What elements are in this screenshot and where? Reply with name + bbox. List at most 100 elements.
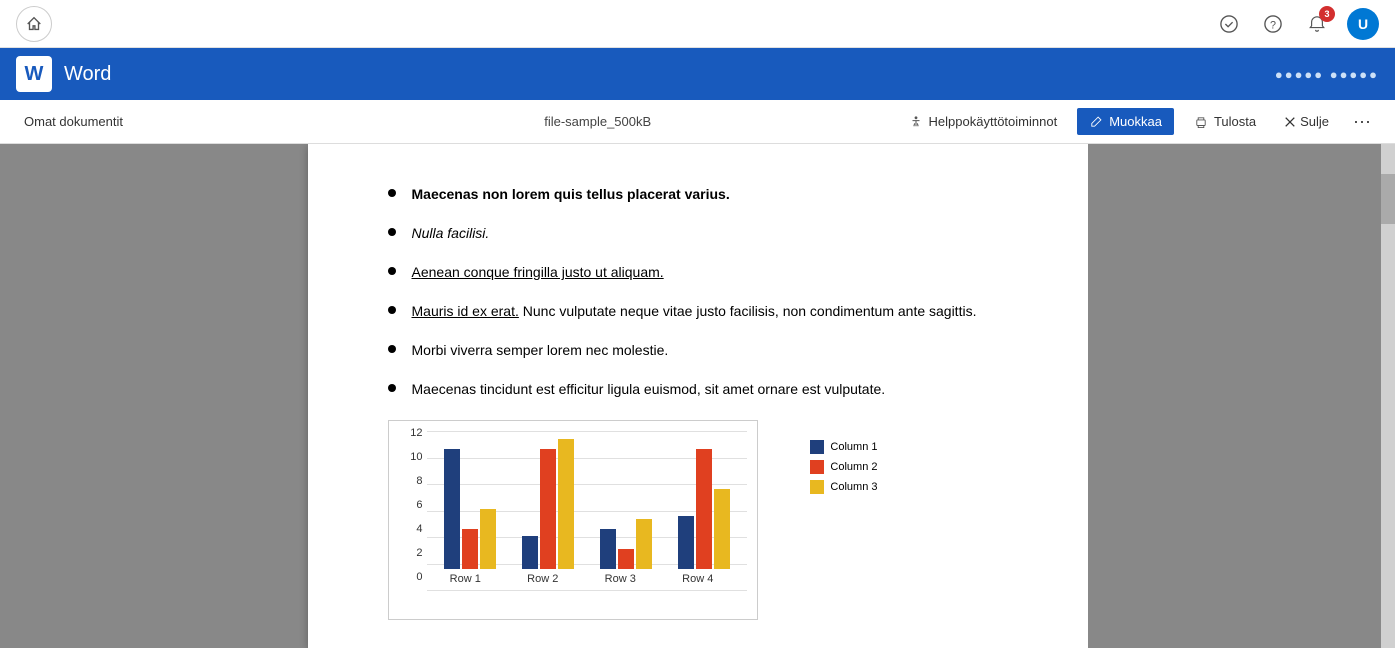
close-button[interactable]: Sulje [1276,108,1337,135]
scrollbar-track[interactable] [1381,144,1395,648]
list-item: Maecenas non lorem quis tellus placerat … [388,184,1028,205]
bullet-dot [388,306,396,314]
bar-col2-row4 [696,449,712,569]
toolbar-center: file-sample_500kB [315,114,881,129]
print-label: Tulosta [1214,114,1256,129]
y-label: 0 [416,571,422,583]
bar-group-row2 [515,439,581,569]
check-icon [1220,15,1238,33]
close-icon [1284,116,1296,128]
user-info: ●●●●● ●●●●● [1275,67,1379,82]
word-bar-right: ●●●●● ●●●●● [1275,67,1379,82]
system-bar: ? 3 U [0,0,1395,48]
bar-col1-row4 [678,516,694,569]
chart-yaxis: 12 10 8 6 4 2 0 [389,421,427,589]
close-label: Sulje [1300,114,1329,129]
bar-col3-row1 [480,509,496,569]
app-title: Word [64,63,111,86]
bar-col1-row2 [522,536,538,569]
notification-badge: 3 [1319,6,1335,22]
bullet-text: Maecenas tincidunt est efficitur ligula … [412,379,886,400]
bar-col1-row3 [600,529,616,569]
print-icon [1194,115,1208,129]
legend-label-col1: Column 1 [830,441,877,453]
word-icon-letter: W [25,63,44,86]
chart-plot-area: Row 1 Row 2 Row 3 Row 4 [427,431,747,589]
legend-item-col1: Column 1 [810,440,877,454]
bar-col2-row2 [540,449,556,569]
y-label: 10 [410,451,422,463]
bullet-dot [388,267,396,275]
more-options-button[interactable]: ··· [1345,107,1379,136]
bar-group-row1 [437,449,503,569]
word-bar-left: W Word [16,56,111,92]
chart-bars [427,431,747,569]
x-label: Row 1 [450,573,481,585]
edit-label: Muokkaa [1109,114,1162,129]
bullet-text-part: Nunc vulputate neque vitae justo facilis… [519,303,977,319]
omat-dokumentit-button[interactable]: Omat dokumentit [16,110,131,133]
list-item: Nulla facilisi. [388,223,1028,244]
print-button[interactable]: Tulosta [1182,108,1268,135]
home-icon [25,15,43,33]
notification-button[interactable]: 3 [1303,10,1331,38]
filename-label: file-sample_500kB [544,114,651,129]
bullet-text: Aenean conque fringilla justo ut aliquam… [412,262,664,283]
toolbar: Omat dokumentit file-sample_500kB Helppo… [0,100,1395,144]
grid-line [427,590,747,591]
y-label: 2 [416,547,422,559]
document-page: Maecenas non lorem quis tellus placerat … [308,144,1088,648]
chart-outer: 12 10 8 6 4 2 0 [388,420,758,620]
bullet-dot [388,228,396,236]
x-label: Row 2 [527,573,558,585]
legend-label-col2: Column 2 [830,461,877,473]
list-item: Mauris id ex erat. Nunc vulputate neque … [388,301,1028,322]
bar-col3-row2 [558,439,574,569]
legend-color-col2 [810,460,824,474]
help-icon: ? [1264,15,1282,33]
bullet-text-part: Mauris id ex erat. [412,303,519,319]
legend-color-col3 [810,480,824,494]
bullet-text: Maecenas non lorem quis tellus placerat … [412,184,730,205]
scrollbar-thumb[interactable] [1381,174,1395,224]
bar-col3-row4 [714,489,730,569]
word-app-bar: W Word ●●●●● ●●●●● [0,48,1395,100]
bullet-list: Maecenas non lorem quis tellus placerat … [388,184,1028,400]
document-container: Maecenas non lorem quis tellus placerat … [0,144,1395,648]
accessibility-button[interactable]: Helppokäyttötoiminnot [897,108,1070,135]
legend-label-col3: Column 3 [830,481,877,493]
y-label: 6 [416,499,422,511]
check-icon-btn[interactable] [1215,10,1243,38]
list-item: Aenean conque fringilla justo ut aliquam… [388,262,1028,283]
x-label: Row 3 [605,573,636,585]
bar-col3-row3 [636,519,652,569]
bullet-dot [388,384,396,392]
chart-container: 12 10 8 6 4 2 0 [388,420,758,620]
bullet-dot [388,189,396,197]
doc-background-right [1088,144,1395,648]
toolbar-right: Helppokäyttötoiminnot Muokkaa Tulosta Su… [897,107,1379,136]
y-label: 4 [416,523,422,535]
accessibility-icon [909,115,923,129]
bar-group-row3 [593,519,659,569]
home-button[interactable] [16,6,52,42]
y-label: 12 [410,427,422,439]
list-item: Maecenas tincidunt est efficitur ligula … [388,379,1028,400]
chart-area: 12 10 8 6 4 2 0 [388,420,758,620]
bar-col1-row1 [444,449,460,569]
bar-col2-row3 [618,549,634,569]
svg-text:?: ? [1270,19,1276,31]
doc-background-left [0,144,308,648]
help-icon-btn[interactable]: ? [1259,10,1287,38]
chart-xlabels: Row 1 Row 2 Row 3 Row 4 [427,569,747,589]
bullet-text: Morbi viverra semper lorem nec molestie. [412,340,669,361]
bullet-dot [388,345,396,353]
legend-item-col3: Column 3 [810,480,877,494]
edit-button[interactable]: Muokkaa [1077,108,1174,135]
avatar[interactable]: U [1347,8,1379,40]
accessibility-label: Helppokäyttötoiminnot [929,114,1058,129]
bullet-text: Nulla facilisi. [412,223,490,244]
word-app-icon: W [16,56,52,92]
legend-item-col2: Column 2 [810,460,877,474]
list-item: Morbi viverra semper lorem nec molestie. [388,340,1028,361]
